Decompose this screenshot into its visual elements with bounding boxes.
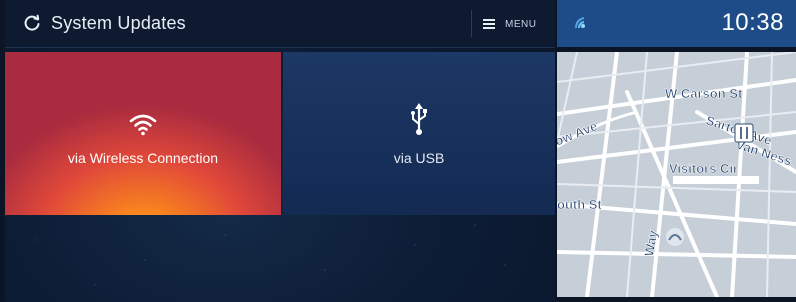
- system-updates-panel: System Updates MENU via Wireless Connect…: [5, 0, 555, 302]
- status-bar: 10:38: [557, 0, 796, 47]
- page-title: System Updates: [51, 13, 186, 33]
- current-location-icon: [666, 228, 684, 246]
- wireless-update-button[interactable]: via Wireless Connection: [5, 52, 281, 215]
- refresh-icon: [24, 14, 40, 31]
- usb-update-button[interactable]: via USB: [283, 52, 555, 215]
- navigation-panel: 10:38 W Carson St Sartori Ave Van Ness V…: [557, 0, 796, 302]
- clock-time: 10:38: [721, 9, 784, 36]
- menu-label: MENU: [505, 18, 537, 30]
- map-view[interactable]: W Carson St Sartori Ave Van Ness Visitor…: [557, 52, 796, 297]
- street-label-w-carson: W Carson St: [665, 86, 743, 101]
- hamburger-icon: [483, 19, 495, 29]
- street-label-visitors-cir: Visitors Cir: [669, 161, 738, 176]
- restaurant-icon: [734, 123, 754, 143]
- wireless-label: via Wireless Connection: [67, 149, 219, 166]
- usb-label: via USB: [393, 149, 445, 166]
- street-label-outh-st: outh St: [557, 197, 602, 212]
- header-divider: [471, 10, 472, 37]
- menu-button[interactable]: MENU: [483, 12, 549, 36]
- map-canvas: W Carson St Sartori Ave Van Ness Visitor…: [557, 52, 796, 297]
- screen: System Updates MENU via Wireless Connect…: [0, 0, 796, 302]
- wifi-icon: [129, 102, 157, 136]
- header-bar: System Updates MENU: [5, 0, 555, 48]
- usb-icon: [409, 102, 429, 136]
- signal-icon: [575, 17, 585, 29]
